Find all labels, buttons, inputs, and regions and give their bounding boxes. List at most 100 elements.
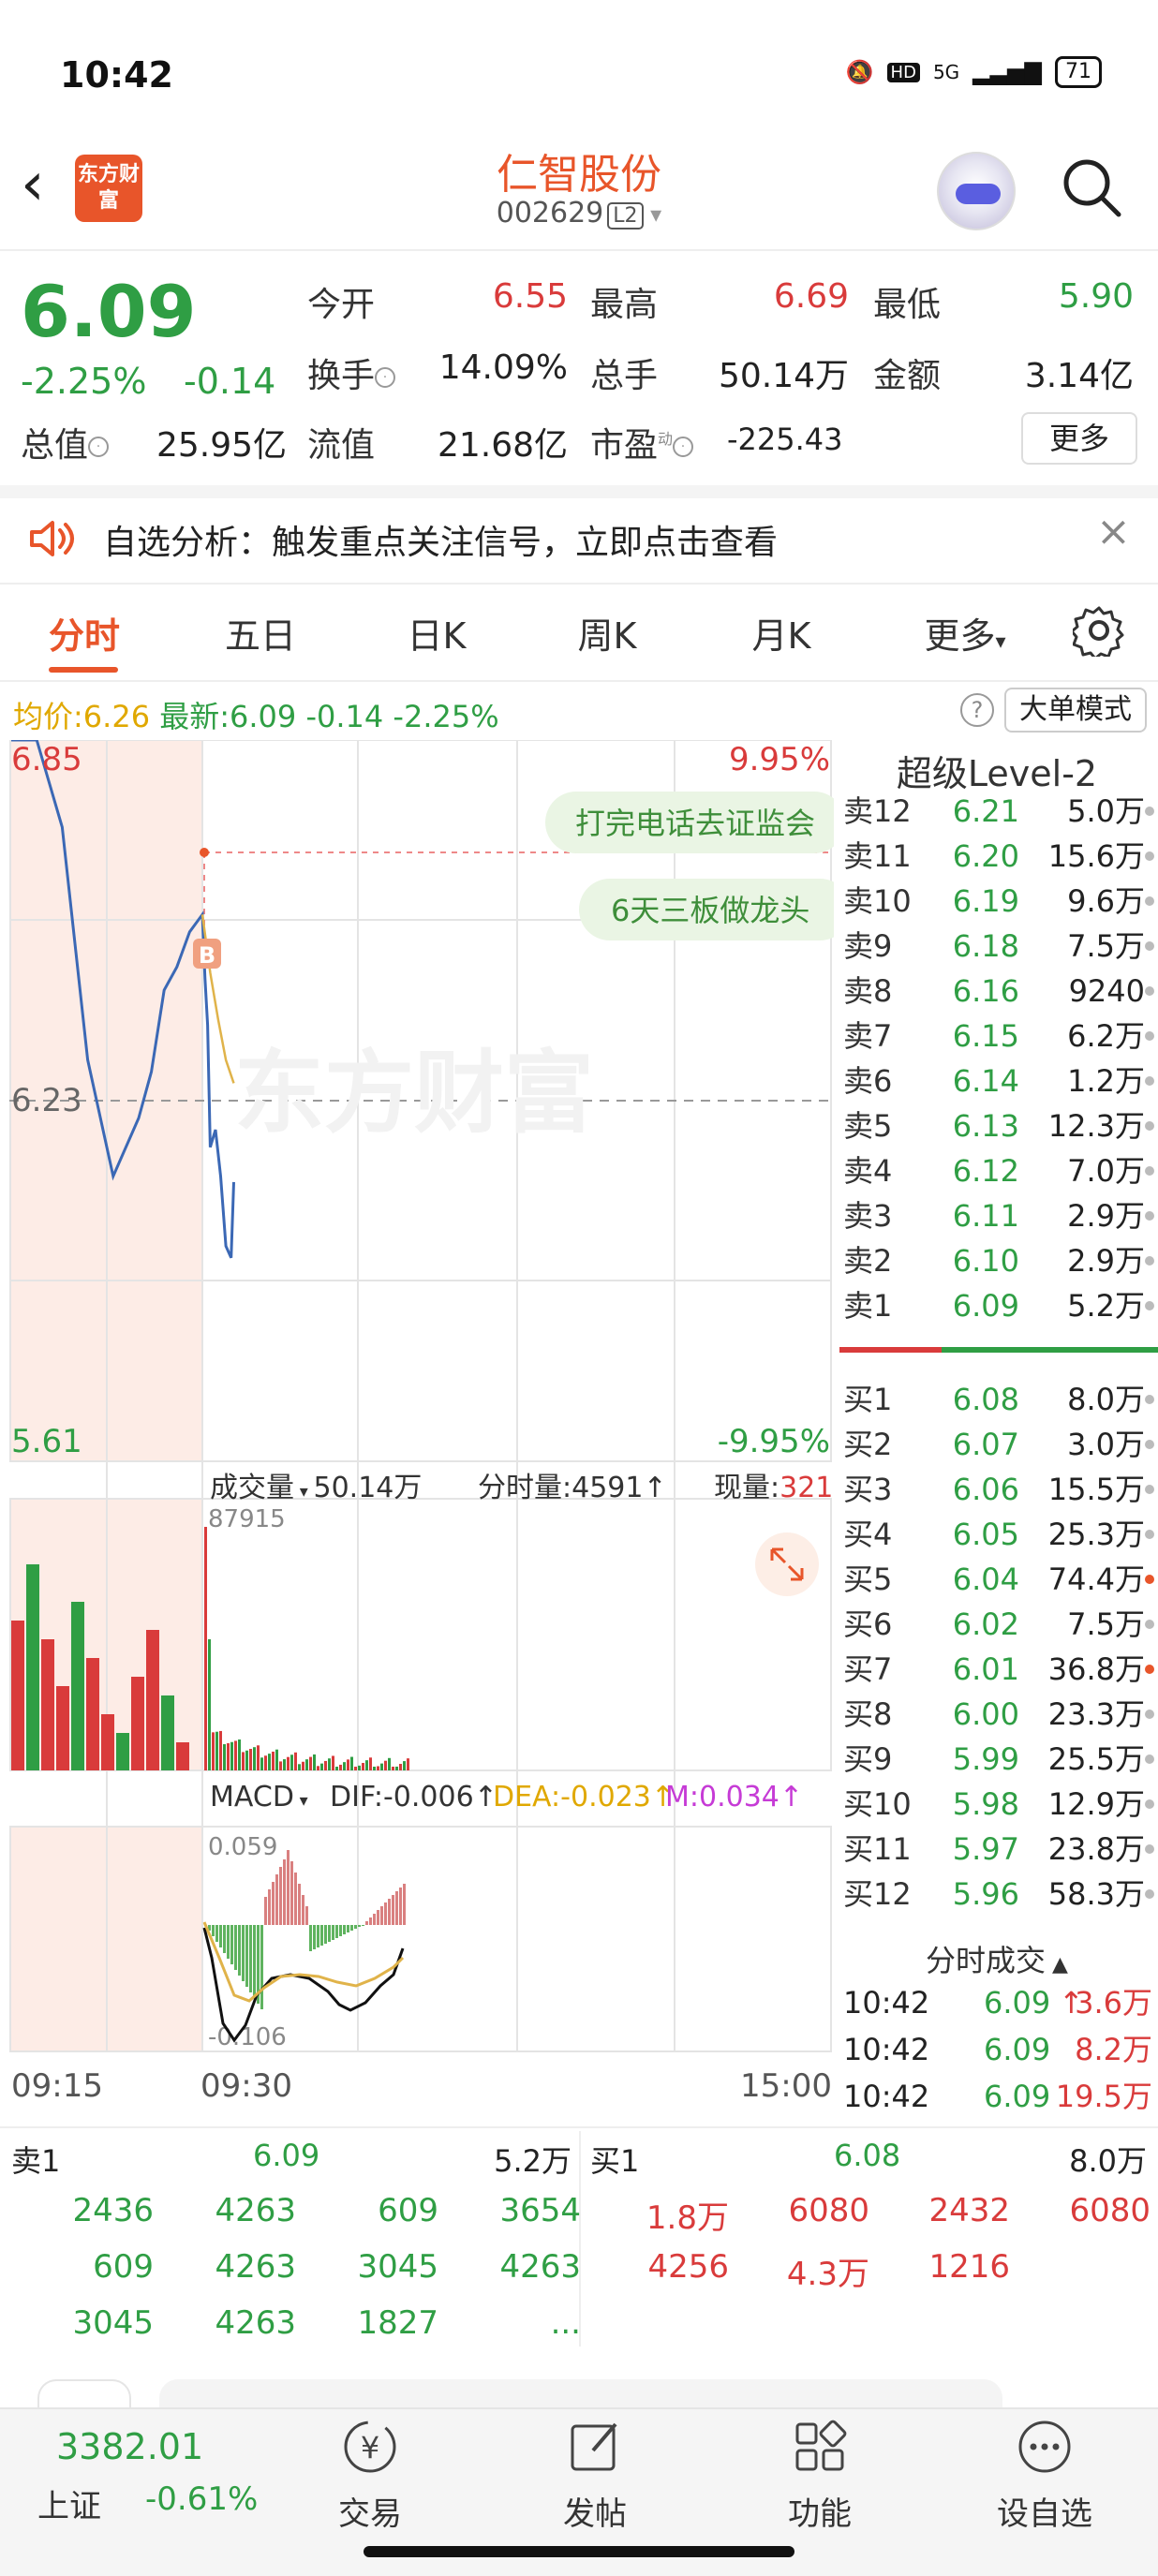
macd-bar bbox=[283, 1859, 286, 1925]
tab-more[interactable]: 更多▾ bbox=[899, 607, 1031, 659]
ask-row[interactable]: 卖7 6.15 6.2万 bbox=[836, 1014, 1158, 1059]
macd-bar bbox=[272, 1882, 275, 1925]
volume-bar bbox=[377, 1766, 379, 1770]
tab-daily-k[interactable]: 日K bbox=[371, 607, 502, 659]
battery-icon: 71 bbox=[1055, 56, 1102, 88]
info-icon[interactable]: · bbox=[88, 437, 110, 457]
bid-row[interactable]: 买3 6.06 15.5万 bbox=[836, 1467, 1158, 1512]
price-info-line: 均价:6.26 最新:6.09 -0.14 -2.25% bbox=[13, 699, 499, 734]
macd-bar bbox=[384, 1902, 387, 1925]
ask-row[interactable]: 卖10 6.19 9.6万 bbox=[836, 879, 1158, 924]
search-icon[interactable] bbox=[1059, 155, 1124, 220]
ask-row[interactable]: 卖2 6.10 2.9万 bbox=[836, 1238, 1158, 1283]
ask-row[interactable]: 卖5 6.13 12.3万 bbox=[836, 1103, 1158, 1148]
bid-row[interactable]: 买4 6.05 25.3万 bbox=[836, 1512, 1158, 1557]
info-icon[interactable]: · bbox=[673, 437, 694, 457]
ask-row[interactable]: 卖4 6.12 7.0万 bbox=[836, 1148, 1158, 1193]
macd-bar bbox=[320, 1925, 323, 1946]
volume-bar bbox=[362, 1763, 364, 1770]
volume-bar bbox=[257, 1745, 260, 1770]
bid-row[interactable]: 买2 6.07 3.0万 bbox=[836, 1422, 1158, 1467]
more-quote-button[interactable]: 更多 bbox=[1021, 412, 1137, 465]
prev-close-label: 6.23 bbox=[11, 1082, 82, 1119]
sell-queue-item: 4263 bbox=[499, 2248, 581, 2286]
index-change[interactable]: -0.61% bbox=[145, 2480, 258, 2518]
bid-row[interactable]: 买9 5.99 25.5万 bbox=[836, 1737, 1158, 1782]
bottom-pct-label: -9.95% bbox=[718, 1423, 830, 1460]
level-label: 买11 bbox=[843, 1831, 912, 1867]
grid-icon bbox=[795, 2420, 847, 2471]
ask-row[interactable]: 卖1 6.09 5.2万 bbox=[836, 1283, 1158, 1328]
bid-row[interactable]: 买5 6.04 74.4万 bbox=[836, 1557, 1158, 1602]
sell-queue-item: 609 bbox=[378, 2192, 438, 2229]
buy-marker[interactable]: B bbox=[193, 939, 221, 969]
macd-bar bbox=[335, 1925, 338, 1938]
macd-bar bbox=[260, 1925, 263, 2009]
volume-bar bbox=[204, 1527, 207, 1770]
level-volume: 25.5万 bbox=[1047, 1741, 1145, 1777]
bid-row[interactable]: 买12 5.96 58.3万 bbox=[836, 1872, 1158, 1917]
bid-row[interactable]: 买7 6.01 36.8万 bbox=[836, 1647, 1158, 1692]
volume-bar bbox=[350, 1756, 353, 1770]
macd-bar bbox=[242, 1925, 245, 1981]
tab-five-day[interactable]: 五日 bbox=[195, 607, 326, 659]
info-icon[interactable]: · bbox=[375, 367, 396, 388]
news-bubble-1[interactable]: 打完电话去证监会 bbox=[545, 792, 834, 853]
level-price: 6.10 bbox=[952, 1243, 1019, 1279]
level-price: 5.96 bbox=[952, 1876, 1019, 1912]
macd-bar bbox=[287, 1850, 290, 1925]
ask-row[interactable]: 卖6 6.14 1.2万 bbox=[836, 1059, 1158, 1103]
gear-icon[interactable] bbox=[1073, 604, 1125, 657]
bid-row[interactable]: 买8 6.00 23.3万 bbox=[836, 1692, 1158, 1737]
turnover-value: 14.09% bbox=[438, 348, 568, 387]
macd-bar bbox=[358, 1925, 361, 1927]
bid-row[interactable]: 买11 5.97 23.8万 bbox=[836, 1827, 1158, 1872]
level-label: 买8 bbox=[843, 1696, 893, 1732]
tab-monthly-k[interactable]: 月K bbox=[716, 607, 847, 659]
bid-row[interactable]: 买6 6.02 7.5万 bbox=[836, 1602, 1158, 1647]
section-divider bbox=[0, 485, 1158, 498]
nav-add-watchlist[interactable]: 设自选 bbox=[974, 2417, 1115, 2534]
ask-row[interactable]: 卖9 6.18 7.5万 bbox=[836, 924, 1158, 969]
volume-indicator-dropdown[interactable]: 成交量 ▾ 50.14万 bbox=[210, 1472, 422, 1504]
bid-row[interactable]: 买1 6.08 8.0万 bbox=[836, 1377, 1158, 1422]
tick-time: 10:42 bbox=[843, 1985, 930, 2021]
svg-text:MACD ▾: MACD ▾ bbox=[210, 1781, 308, 1814]
index-value[interactable]: 3382.01 bbox=[56, 2426, 203, 2467]
time-start: 09:15 bbox=[11, 2067, 103, 2105]
level-volume: 2.9万 bbox=[1067, 1243, 1145, 1279]
close-icon[interactable]: × bbox=[1096, 508, 1131, 555]
macd-bar bbox=[392, 1895, 394, 1925]
ask-row[interactable]: 卖8 6.16 9240 bbox=[836, 969, 1158, 1014]
volume-value: 50.14万 bbox=[718, 357, 849, 395]
bid-row[interactable]: 买10 5.98 12.9万 bbox=[836, 1782, 1158, 1827]
nav-trade[interactable]: ¥ 交易 bbox=[300, 2417, 440, 2534]
ticks-title[interactable]: 分时成交 ▲ bbox=[836, 1937, 1158, 1980]
tab-weekly-k[interactable]: 周K bbox=[542, 607, 673, 659]
volume-bar bbox=[11, 1621, 24, 1770]
index-name[interactable]: 上证 bbox=[37, 2480, 101, 2526]
level-label: 卖3 bbox=[843, 1198, 893, 1234]
ask-row[interactable]: 卖11 6.20 15.6万 bbox=[836, 834, 1158, 879]
expand-icon[interactable] bbox=[755, 1532, 819, 1596]
tab-intraday[interactable]: 分时 bbox=[19, 607, 150, 659]
news-bubble-2[interactable]: 6天三板做龙头 bbox=[579, 879, 834, 940]
ask-row[interactable]: 卖12 6.21 5.0万 bbox=[836, 789, 1158, 834]
nav-functions[interactable]: 功能 bbox=[750, 2417, 890, 2534]
volume-bar bbox=[275, 1749, 278, 1770]
level-label: 卖4 bbox=[843, 1153, 893, 1189]
level-price: 5.98 bbox=[952, 1786, 1019, 1822]
home-indicator[interactable] bbox=[364, 2546, 794, 2557]
alert-text[interactable]: 自选分析：触发重点关注信号，立即点击查看 bbox=[103, 515, 778, 564]
macd-bar bbox=[230, 1925, 233, 1964]
level-volume: 15.5万 bbox=[1047, 1472, 1145, 1507]
assistant-robot-icon[interactable] bbox=[937, 152, 1016, 230]
macd-bar bbox=[294, 1873, 297, 1925]
volume-bar bbox=[238, 1739, 241, 1770]
macd-indicator-dropdown[interactable]: MACD ▾ bbox=[210, 1781, 308, 1814]
nav-post[interactable]: 发帖 bbox=[525, 2417, 665, 2534]
intraday-chart[interactable]: 东方财富 6.85 9.95% 6.23 5.61 -9.95% 打完电话去证监… bbox=[9, 740, 834, 2117]
help-icon[interactable]: ? bbox=[960, 693, 994, 727]
ask-row[interactable]: 卖3 6.11 2.9万 bbox=[836, 1193, 1158, 1238]
big-order-mode-button[interactable]: 大单模式 bbox=[1004, 688, 1147, 733]
